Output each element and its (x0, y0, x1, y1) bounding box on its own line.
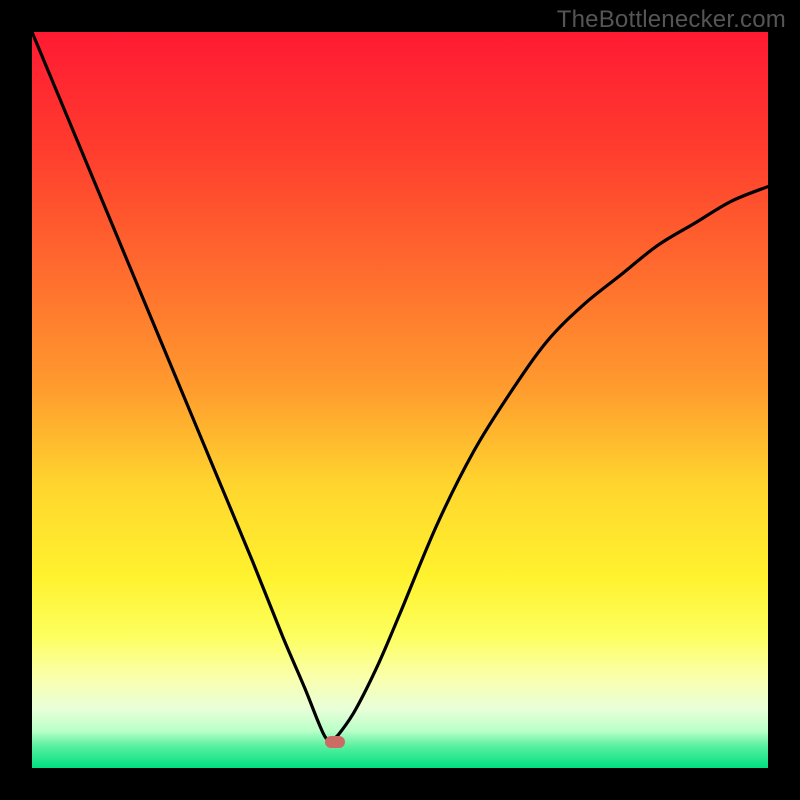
plot-area (32, 32, 768, 768)
watermark-text: TheBottlenecker.com (557, 6, 786, 34)
background-gradient (32, 32, 768, 768)
chart-frame (32, 32, 768, 768)
